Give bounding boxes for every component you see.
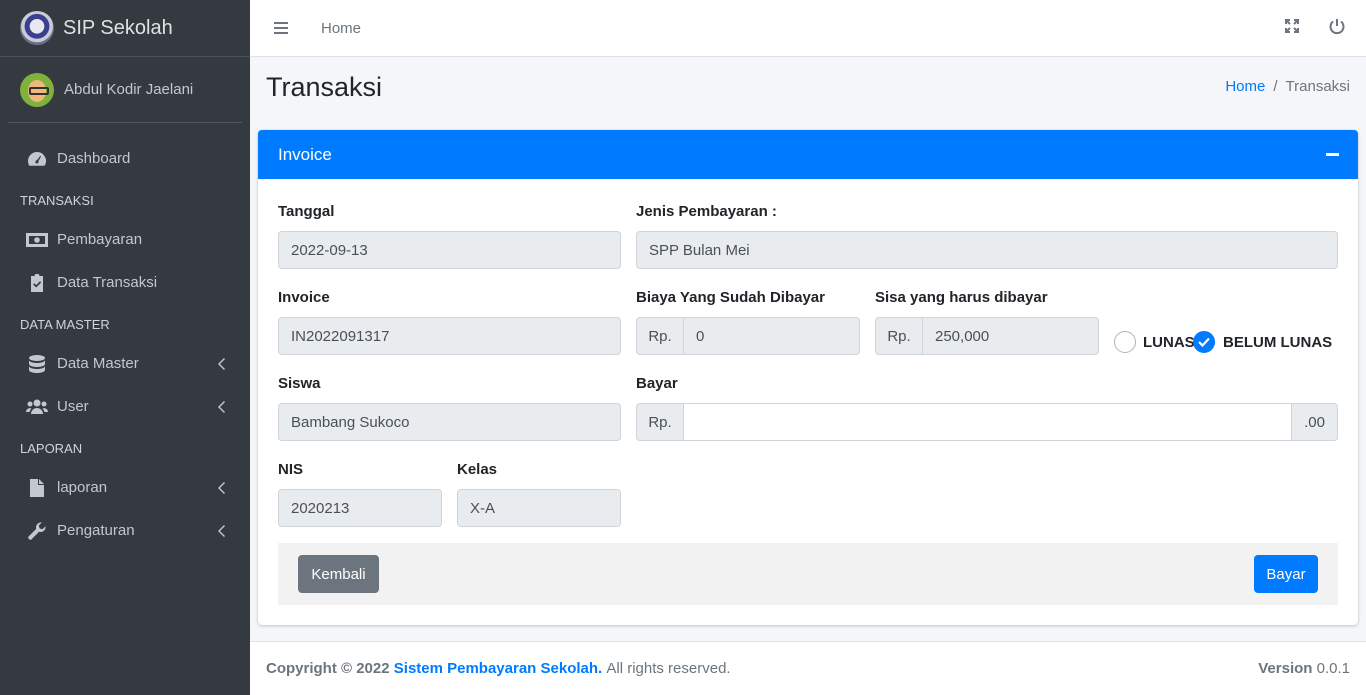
sidebar: SIP Sekolah Abdul Kodir Jaelani Dashboar…: [0, 0, 250, 695]
hamburger-menu-icon[interactable]: [274, 22, 288, 34]
sidebar-item-label: User: [57, 398, 89, 415]
sidebar-item-pembayaran[interactable]: Pembayaran: [8, 218, 242, 261]
users-icon: [26, 398, 48, 416]
invoice-label: Invoice: [278, 289, 330, 306]
rights-text: All rights reserved.: [606, 660, 731, 677]
page-title: Transaksi: [266, 72, 383, 102]
sisa-harus-dibayar-field[interactable]: 250,000: [923, 317, 1099, 355]
sidebar-nav: Dashboard TRANSAKSI Pembayaran Data Tran…: [0, 123, 250, 552]
invoice-card: Invoice Tanggal 2022-09-13 Jenis Pembaya…: [258, 130, 1358, 625]
sidebar-item-data-master[interactable]: Data Master: [8, 342, 242, 385]
page-footer: Copyright © 2022 Sistem Pembayaran Sekol…: [250, 641, 1366, 695]
bayar-button[interactable]: Bayar: [1254, 555, 1318, 593]
radio-lunas[interactable]: LUNAS: [1114, 331, 1195, 353]
breadcrumb-separator: /: [1273, 78, 1278, 95]
nis-field[interactable]: 2020213: [278, 489, 442, 527]
sidebar-item-user[interactable]: User: [8, 385, 242, 428]
biaya-sudah-dibayar-field[interactable]: 0: [684, 317, 860, 355]
top-navbar: Home: [250, 0, 1366, 57]
version-info: Version 0.0.1: [1258, 660, 1350, 677]
card-footer: Kembali Bayar: [278, 543, 1338, 605]
nav-header-laporan: LAPORAN: [20, 440, 83, 456]
bayar-input[interactable]: [684, 403, 1292, 441]
sidebar-item-label: Pengaturan: [57, 522, 135, 539]
money-bill-icon: [26, 231, 48, 249]
sidebar-item-pengaturan[interactable]: Pengaturan: [8, 509, 242, 552]
tanggal-label: Tanggal: [278, 203, 335, 220]
biaya-sudah-dibayar-label: Biaya Yang Sudah Dibayar: [636, 289, 825, 306]
sidebar-item-label: Data Master: [57, 355, 139, 372]
database-icon: [26, 354, 48, 373]
kelas-label: Kelas: [457, 461, 498, 478]
rp-prefix: Rp.: [636, 403, 684, 441]
chevron-left-icon: [218, 400, 226, 417]
brand-link[interactable]: SIP Sekolah: [0, 0, 250, 57]
sisa-harus-dibayar-group: Rp. 250,000: [875, 317, 1099, 355]
app-name-link[interactable]: Sistem Pembayaran Sekolah.: [394, 660, 602, 677]
sisa-harus-dibayar-label: Sisa yang harus dibayar: [875, 289, 1048, 306]
check-icon: [1193, 331, 1215, 353]
sidebar-item-laporan[interactable]: laporan: [8, 466, 242, 509]
avatar: [20, 72, 54, 107]
jenis-pembayaran-field[interactable]: SPP Bulan Mei: [636, 231, 1338, 269]
collapse-minus-icon[interactable]: [1326, 153, 1339, 156]
user-name: Abdul Kodir Jaelani: [64, 81, 194, 98]
biaya-sudah-dibayar-group: Rp. 0: [636, 317, 860, 355]
sidebar-item-label: Dashboard: [57, 150, 131, 167]
radio-belum-lunas[interactable]: BELUM LUNAS: [1193, 331, 1332, 353]
jenis-pembayaran-label: Jenis Pembayaran :: [636, 203, 777, 220]
rp-prefix: Rp.: [636, 317, 684, 355]
radio-circle: [1114, 331, 1136, 353]
fullscreen-icon[interactable]: [1284, 18, 1300, 40]
bayar-group: Rp. .00: [636, 403, 1338, 441]
kelas-field[interactable]: X-A: [457, 489, 621, 527]
sidebar-item-dashboard[interactable]: Dashboard: [8, 137, 242, 180]
version-number: 0.0.1: [1316, 660, 1350, 677]
invoice-field[interactable]: IN2022091317: [278, 317, 621, 355]
sidebar-item-label: Pembayaran: [57, 231, 143, 248]
breadcrumb: Home / Transaksi: [1225, 78, 1350, 95]
chevron-left-icon: [218, 481, 226, 498]
topbar-home-link[interactable]: Home: [321, 20, 361, 37]
brand-name: SIP Sekolah: [63, 16, 173, 39]
school-logo: [20, 11, 54, 45]
sidebar-item-label: Data Transaksi: [57, 274, 158, 291]
nav-header-transaksi: TRANSAKSI: [20, 192, 94, 208]
breadcrumb-current: Transaksi: [1285, 78, 1350, 95]
radio-belum-lunas-label: BELUM LUNAS: [1223, 333, 1333, 351]
sidebar-item-data-transaksi[interactable]: Data Transaksi: [8, 261, 242, 304]
card-header: Invoice: [258, 130, 1358, 179]
bayar-label: Bayar: [636, 375, 678, 392]
nav-header-data-master: DATA MASTER: [20, 316, 110, 332]
sidebar-item-label: laporan: [57, 479, 108, 496]
rp-prefix: Rp.: [875, 317, 923, 355]
copyright-text: Copyright © 2022: [266, 660, 390, 677]
user-panel[interactable]: Abdul Kodir Jaelani: [8, 57, 242, 123]
nis-label: NIS: [278, 461, 304, 478]
tachometer-icon: [26, 150, 48, 168]
chevron-left-icon: [218, 524, 226, 541]
breadcrumb-home-link[interactable]: Home: [1225, 78, 1265, 95]
version-label: Version: [1258, 660, 1313, 677]
chevron-left-icon: [218, 357, 226, 374]
clipboard-check-icon: [26, 273, 48, 292]
decimal-suffix: .00: [1292, 403, 1338, 441]
siswa-field[interactable]: Bambang Sukoco: [278, 403, 621, 441]
power-icon[interactable]: [1328, 18, 1346, 40]
card-title: Invoice: [278, 144, 332, 164]
siswa-label: Siswa: [278, 375, 321, 392]
tanggal-field[interactable]: 2022-09-13: [278, 231, 621, 269]
file-icon: [26, 478, 48, 497]
wrench-icon: [26, 521, 48, 540]
kembali-button[interactable]: Kembali: [298, 555, 379, 593]
radio-lunas-label: LUNAS: [1143, 333, 1195, 351]
